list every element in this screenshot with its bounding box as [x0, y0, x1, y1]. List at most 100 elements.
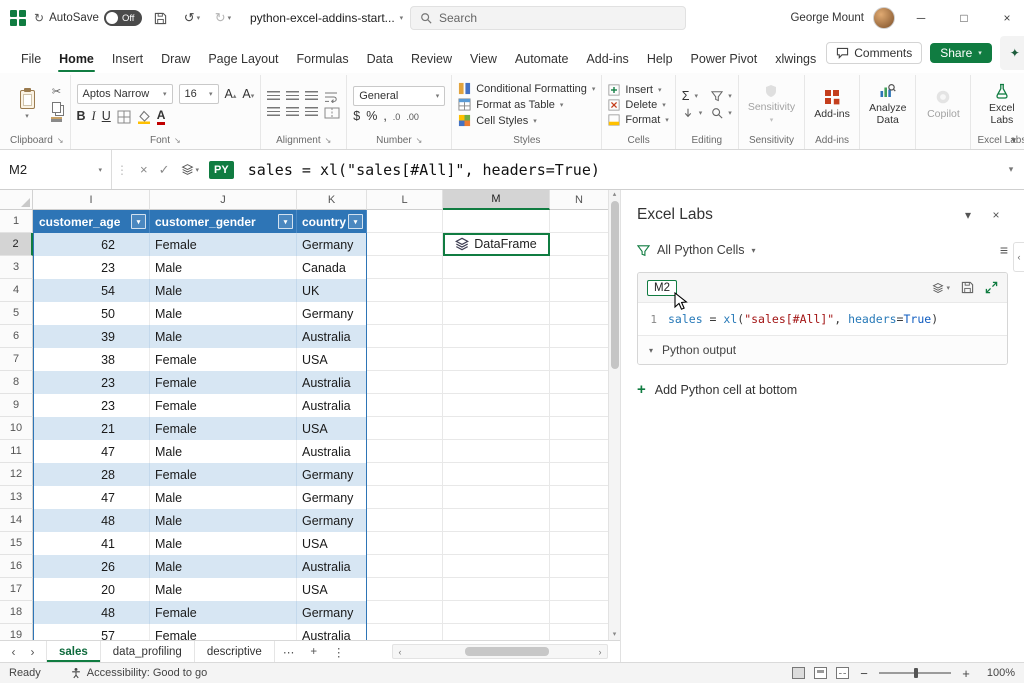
cell-country[interactable]: USA [297, 417, 367, 440]
menu-tab-add-ins[interactable]: Add-ins [577, 47, 637, 73]
cell-gender[interactable]: Male [150, 509, 297, 532]
cell-gender[interactable]: Female [150, 624, 297, 640]
row-header-18[interactable]: 18 [0, 601, 33, 624]
object-type-selector[interactable]: ▾ [932, 282, 950, 294]
filter-icon[interactable]: ▾ [131, 214, 146, 229]
cell[interactable] [367, 371, 443, 394]
comma-format-icon[interactable]: , [383, 110, 386, 123]
cell-age[interactable]: 23 [33, 256, 150, 279]
borders-icon[interactable] [117, 110, 131, 124]
select-all-corner[interactable] [0, 190, 33, 210]
zoom-slider-thumb[interactable] [914, 668, 918, 678]
shrink-font-button[interactable]: A▾ [242, 88, 254, 101]
row-header-2[interactable]: 2 [0, 233, 33, 256]
filter-icon[interactable]: ▾ [278, 214, 293, 229]
cell[interactable] [443, 440, 550, 463]
cell-styles-button[interactable]: Cell Styles▾ [458, 114, 595, 127]
cell-gender[interactable]: Male [150, 279, 297, 302]
cell[interactable] [367, 256, 443, 279]
cell[interactable] [550, 279, 608, 302]
cell[interactable] [443, 463, 550, 486]
menu-tab-automate[interactable]: Automate [506, 47, 578, 73]
cell-gender[interactable]: Male [150, 578, 297, 601]
cell-age[interactable]: 39 [33, 325, 150, 348]
cell[interactable] [550, 601, 608, 624]
autosave-toggle[interactable]: ↻ AutoSave Off [34, 10, 142, 26]
hscroll-right-icon[interactable]: › [593, 647, 607, 657]
cell[interactable] [550, 371, 608, 394]
row-header-19[interactable]: 19 [0, 624, 33, 640]
menu-tab-insert[interactable]: Insert [103, 47, 152, 73]
merge-center-icon[interactable] [324, 107, 340, 119]
row-header-10[interactable]: 10 [0, 417, 33, 440]
sheet-tab-sales[interactable]: sales [46, 641, 101, 662]
cell[interactable] [443, 509, 550, 532]
panel-collapse-icon[interactable]: ▾ [956, 204, 980, 226]
cell[interactable] [367, 624, 443, 640]
drag-handle-icon[interactable]: ⋮ [112, 150, 132, 189]
insert-cells-button[interactable]: Insert▾ [608, 84, 668, 96]
dialog-launcher-icon[interactable]: ↘ [416, 136, 423, 145]
number-format-select[interactable]: General▾ [353, 86, 445, 106]
undo-button[interactable]: ↺▾ [180, 5, 204, 31]
cell-age[interactable]: 21 [33, 417, 150, 440]
format-as-table-button[interactable]: Format as Table▾ [458, 98, 595, 111]
cell[interactable] [443, 486, 550, 509]
python-object-selector[interactable]: ▾ [181, 163, 200, 176]
cell-country[interactable]: Germany [297, 486, 367, 509]
delete-cells-button[interactable]: Delete▾ [608, 99, 668, 111]
sheet-nav-right-icon[interactable]: › [23, 645, 42, 659]
more-sheets-icon[interactable]: ⋯ [275, 645, 303, 659]
cell[interactable] [443, 210, 550, 233]
cell[interactable] [443, 417, 550, 440]
cell-gender[interactable]: Female [150, 463, 297, 486]
row-header-11[interactable]: 11 [0, 440, 33, 463]
cell-country[interactable]: Australia [297, 555, 367, 578]
dialog-launcher-icon[interactable]: ↘ [174, 136, 181, 145]
add-python-cell-button[interactable]: + Add Python cell at bottom [637, 382, 1008, 397]
cell[interactable] [550, 440, 608, 463]
collapse-ribbon-icon[interactable]: ▾ [1011, 135, 1016, 146]
cell[interactable] [367, 279, 443, 302]
cell-age[interactable]: 41 [33, 532, 150, 555]
copy-icon[interactable] [52, 102, 61, 113]
copilot-button[interactable]: Copilot [922, 88, 964, 121]
fill-button[interactable]: ▾ [682, 107, 703, 119]
user-name[interactable]: George Mount [790, 12, 864, 24]
row-header-1[interactable]: 1 [0, 210, 33, 233]
row-header-7[interactable]: 7 [0, 348, 33, 371]
zoom-out-button[interactable]: − [858, 666, 870, 681]
maximize-button[interactable]: □ [947, 0, 981, 36]
search-input[interactable]: Search [410, 6, 686, 30]
cell-country[interactable]: Germany [297, 509, 367, 532]
cell[interactable] [550, 394, 608, 417]
align-left-icon[interactable] [267, 107, 280, 118]
menu-tab-formulas[interactable]: Formulas [288, 47, 358, 73]
fill-color-icon[interactable] [137, 110, 151, 124]
accessibility-status[interactable]: Accessibility: Good to go [70, 667, 207, 679]
row-header-13[interactable]: 13 [0, 486, 33, 509]
column-header-i[interactable]: I [33, 190, 150, 210]
cell-age[interactable]: 47 [33, 440, 150, 463]
cell[interactable] [550, 532, 608, 555]
cell-age[interactable]: 48 [33, 601, 150, 624]
cell-age[interactable]: 23 [33, 394, 150, 417]
cell[interactable] [550, 210, 608, 233]
cell[interactable] [367, 601, 443, 624]
save-button[interactable] [149, 5, 173, 31]
cell[interactable] [367, 325, 443, 348]
scroll-down-icon[interactable]: ▾ [613, 630, 617, 638]
save-cell-icon[interactable] [961, 281, 974, 294]
zoom-in-button[interactable]: + [960, 666, 972, 681]
cell-gender[interactable]: Male [150, 555, 297, 578]
cell-age[interactable]: 23 [33, 371, 150, 394]
excel-app-icon[interactable] [10, 10, 27, 27]
cell-gender[interactable]: Female [150, 601, 297, 624]
dialog-launcher-icon[interactable]: ↘ [325, 136, 332, 145]
menu-tab-draw[interactable]: Draw [152, 47, 199, 73]
cell-country[interactable]: Australia [297, 440, 367, 463]
cell-age[interactable]: 50 [33, 302, 150, 325]
sheet-nav-left-icon[interactable]: ‹ [4, 645, 23, 659]
cell-age[interactable]: 38 [33, 348, 150, 371]
cell[interactable] [367, 348, 443, 371]
